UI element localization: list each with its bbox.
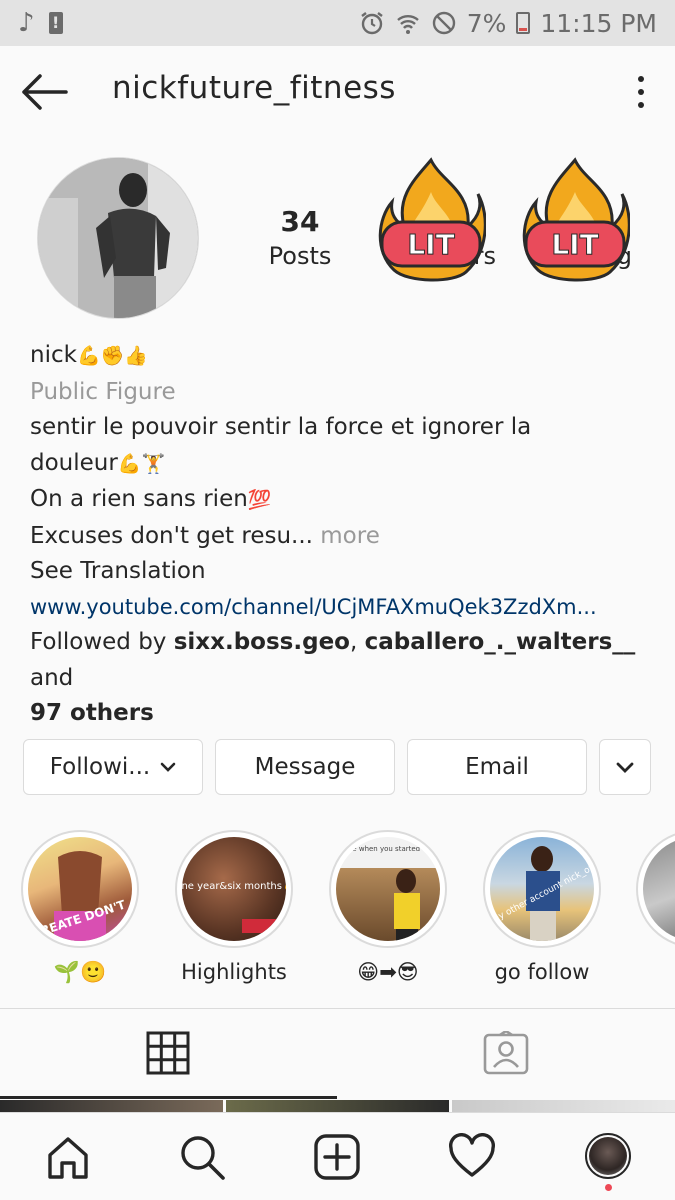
highlight-label: Highlights xyxy=(181,960,287,984)
battery-icon xyxy=(516,12,531,34)
tagged-icon xyxy=(483,1029,529,1075)
home-icon xyxy=(48,1137,88,1179)
highlight-thumbnail: Go follow my other account nick_official… xyxy=(490,837,594,941)
post-thumbnail[interactable] xyxy=(0,1100,223,1112)
add-post-icon xyxy=(314,1134,360,1180)
chevron-down-icon xyxy=(160,762,176,772)
followed-by-others-link[interactable]: 97 others xyxy=(30,700,154,726)
highlight-thumbnail: What were you like when you started work… xyxy=(336,837,440,941)
bio-line-3-wrap: On a rien sans rien💯 xyxy=(30,482,650,519)
back-button[interactable] xyxy=(20,72,68,112)
nav-activity[interactable] xyxy=(448,1133,496,1181)
following-dropdown-button[interactable]: Followi... xyxy=(23,739,203,795)
bio-line-2-wrap: douleur💪🏋 xyxy=(30,446,650,483)
nav-home[interactable] xyxy=(44,1133,92,1181)
notification-dot xyxy=(605,1184,612,1191)
followed-by-line: Followed by sixx.boss.geo, caballero_._w… xyxy=(30,625,650,696)
profile-category: Public Figure xyxy=(30,378,176,405)
lit-sticker-text: LIT xyxy=(551,228,598,261)
bio-line-3-emoji: 💯 xyxy=(247,489,272,511)
follower-link-1[interactable]: sixx.boss.geo xyxy=(174,629,350,655)
profile-header: nickfuture_fitness xyxy=(0,46,675,138)
more-vertical-icon xyxy=(638,76,644,82)
post-thumbnail[interactable] xyxy=(452,1100,675,1112)
email-button-label: Email xyxy=(465,754,529,780)
suggested-accounts-button[interactable] xyxy=(599,739,651,795)
nav-search[interactable] xyxy=(178,1133,226,1181)
display-name: nick xyxy=(30,342,77,368)
highlight-label: go follow xyxy=(494,960,590,984)
more-options-button[interactable] xyxy=(631,72,651,112)
heart-icon xyxy=(449,1133,495,1177)
avatar-photo xyxy=(38,158,198,318)
alert-icon: ! xyxy=(48,12,63,34)
clock-time: 11:15 PM xyxy=(540,8,657,38)
profile-avatar xyxy=(589,1137,627,1175)
bio-name-line: nick💪✊👍 xyxy=(30,338,650,375)
highlight-2-overlay-text: One year&six months👌 xyxy=(182,880,286,892)
profile-bio: nick💪✊👍 Public Figure sentir le pouvoir … xyxy=(30,338,650,732)
chevron-down-icon xyxy=(616,762,634,773)
posts-grid-preview xyxy=(0,1100,675,1112)
highlight-3-overlay-text: What were you like when you started work… xyxy=(336,845,440,853)
status-right: 7% 11:15 PM xyxy=(359,9,657,38)
followed-by-separator: , xyxy=(349,629,365,655)
lit-fire-sticker-followers: LIT xyxy=(378,157,486,282)
bio-line-3: On a rien sans rien xyxy=(30,486,248,512)
battery-percent: 7% xyxy=(466,8,507,38)
bio-line-4-wrap: Excuses don't get resu... more xyxy=(30,519,650,555)
see-translation-link[interactable]: See Translation xyxy=(30,554,650,590)
status-bar: ♪ ! 7% 11:15 PM xyxy=(0,0,675,46)
posts-stat[interactable]: 34 Posts xyxy=(240,205,360,273)
bio-line-4: Excuses don't get resu... xyxy=(30,522,313,549)
grid-icon xyxy=(146,1031,190,1075)
lit-fire-sticker-following: LIT xyxy=(522,157,630,282)
back-arrow-icon xyxy=(22,74,68,110)
search-icon xyxy=(181,1136,225,1180)
name-emojis: 💪✊👍 xyxy=(76,345,148,367)
highlight-label: 😁➡😎 xyxy=(357,960,419,984)
story-highlight-2[interactable]: One year&six months👌 Highlights xyxy=(174,830,294,984)
tab-tagged[interactable] xyxy=(483,1029,529,1079)
message-button[interactable]: Message xyxy=(215,739,395,795)
bio-line-2-emojis: 💪🏋 xyxy=(117,452,166,475)
bio-website-link[interactable]: www.youtube.com/channel/UCjMFAXmuQek3Zzd… xyxy=(30,590,650,626)
highlight-thumbnail: CREATE DON'T xyxy=(28,837,132,941)
highlight-thumbnail xyxy=(643,837,675,941)
story-highlight-1[interactable]: CREATE DON'T 🌱🙂 xyxy=(20,830,140,985)
page-title-username: nickfuture_fitness xyxy=(112,70,396,106)
bottom-navigation xyxy=(0,1112,675,1200)
posts-count: 34 xyxy=(280,205,320,238)
bio-line-2: douleur xyxy=(30,449,118,476)
status-left: ♪ ! xyxy=(18,10,63,36)
highlight-thumbnail: One year&six months👌 xyxy=(182,837,286,941)
story-highlight-4[interactable]: Go follow my other account nick_official… xyxy=(482,830,602,984)
message-button-label: Message xyxy=(254,754,356,780)
alarm-icon xyxy=(360,12,383,35)
profile-avatar-large[interactable] xyxy=(37,157,199,319)
email-button[interactable]: Email xyxy=(407,739,587,795)
nav-profile[interactable] xyxy=(585,1133,631,1179)
story-highlight-3[interactable]: What were you like when you started work… xyxy=(328,830,448,984)
follower-link-2[interactable]: caballero_._walters__ xyxy=(365,629,636,655)
followed-by-prefix: Followed by xyxy=(30,629,174,655)
followed-by-and: and xyxy=(30,664,74,691)
bio-more-link[interactable]: more xyxy=(313,523,380,549)
do-not-disturb-icon xyxy=(432,11,455,35)
nav-new-post[interactable] xyxy=(313,1133,361,1181)
tab-grid[interactable] xyxy=(146,1031,190,1079)
lit-sticker-text: LIT xyxy=(407,228,454,261)
active-tab-indicator xyxy=(0,1096,337,1099)
wifi-icon xyxy=(396,15,419,34)
highlight-label: 🌱🙂 xyxy=(53,960,107,984)
bio-line-1: sentir le pouvoir sentir la force et ign… xyxy=(30,414,532,440)
following-button-label: Followi... xyxy=(49,754,151,780)
posts-label: Posts xyxy=(268,242,332,270)
profile-tabs xyxy=(0,1008,675,1100)
music-note-icon: ♪ xyxy=(18,8,35,38)
post-thumbnail[interactable] xyxy=(226,1100,449,1112)
story-highlight-5-partial[interactable] xyxy=(636,830,675,948)
